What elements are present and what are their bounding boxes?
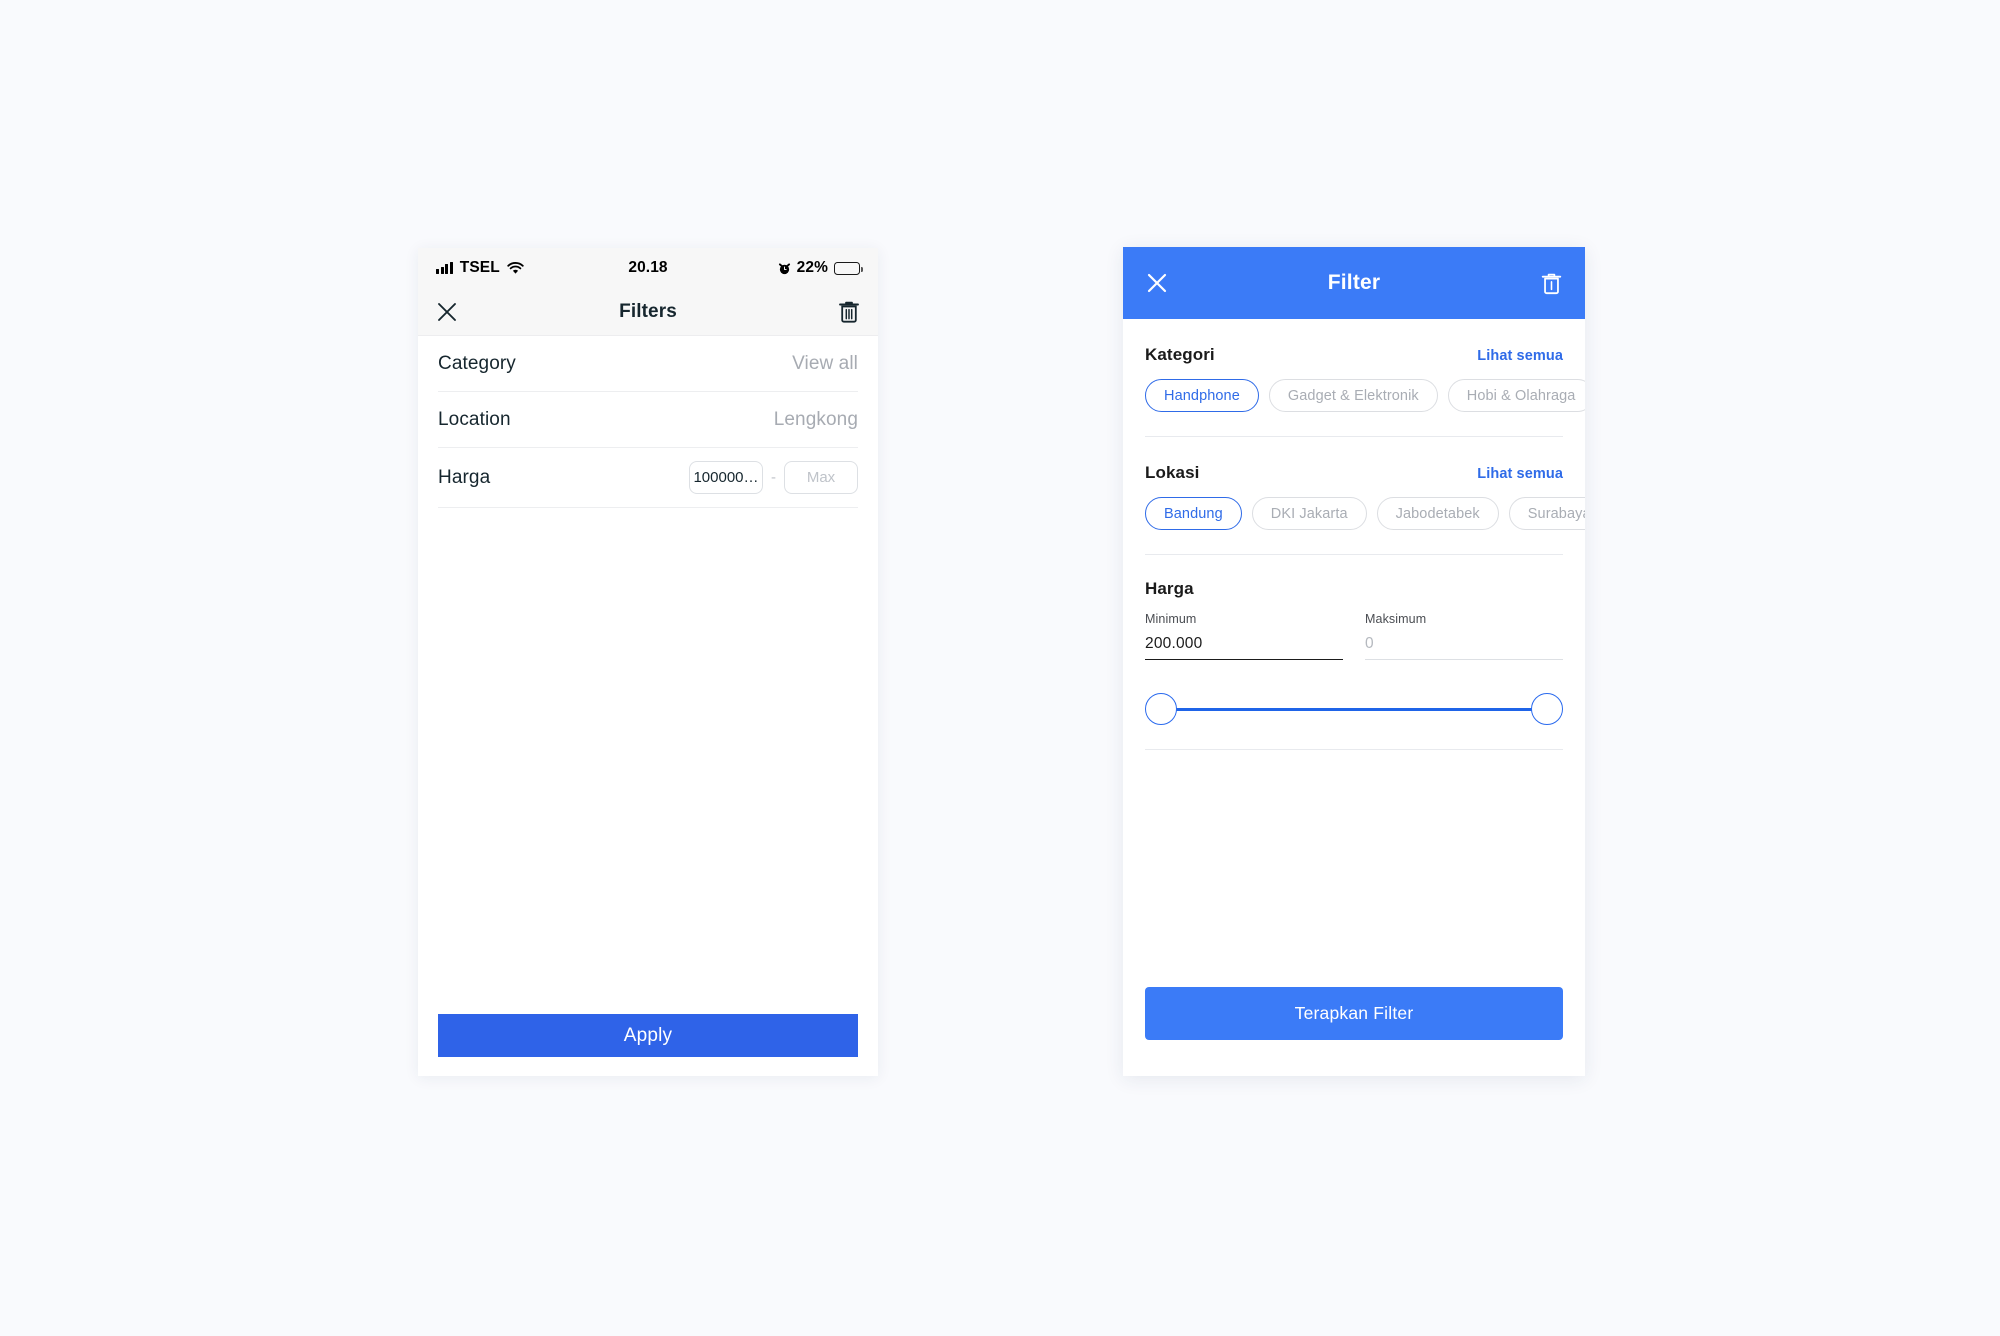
slider-thumb-max[interactable] (1531, 693, 1563, 725)
slider-track (1162, 708, 1546, 712)
md-body: Kategori Lihat semua Handphone Gadget & … (1123, 319, 1585, 1076)
section-header-lokasi: Lokasi Lihat semua (1145, 437, 1563, 483)
row-value[interactable]: Lengkong (774, 409, 858, 431)
trash-icon[interactable] (838, 300, 860, 324)
price-max-input[interactable]: Max (784, 461, 858, 494)
battery-percent-label: 22% (796, 259, 828, 276)
chip-kategori-handphone[interactable]: Handphone (1145, 379, 1259, 412)
filter-rows: Category View all Location Lengkong Harg… (418, 336, 878, 508)
price-range-separator: - (771, 469, 776, 486)
trash-icon[interactable] (1540, 271, 1563, 296)
battery-icon (834, 261, 863, 275)
cellular-signal-icon (436, 262, 453, 274)
see-all-lokasi-link[interactable]: Lihat semua (1477, 466, 1563, 482)
carrier-label: TSEL (459, 259, 500, 276)
maksimum-input[interactable]: 0 (1365, 635, 1563, 660)
lokasi-chip-row[interactable]: Bandung DKI Jakarta Jabodetabek Surabaya (1145, 497, 1585, 530)
section-title-harga: Harga (1145, 579, 1194, 598)
row-label: Location (438, 408, 511, 430)
filter-row-location[interactable]: Location Lengkong (438, 392, 858, 448)
price-min-input[interactable]: 100000… (689, 461, 763, 494)
chip-lokasi-bandung[interactable]: Bandung (1145, 497, 1242, 530)
row-label: Category (438, 352, 516, 374)
maksimum-field-group: Maksimum 0 (1365, 612, 1563, 660)
slider-thumb-min[interactable] (1145, 693, 1177, 725)
alarm-clock-icon (778, 262, 791, 275)
ios-status-bar: TSEL 20.18 22% (418, 248, 878, 288)
minimum-field-group: Minimum 200.000 (1145, 612, 1343, 660)
filter-row-category[interactable]: Category View all (438, 336, 858, 392)
chip-kategori-hobi-olahraga[interactable]: Hobi & Olahraga (1447, 379, 1585, 412)
see-all-kategori-link[interactable]: Lihat semua (1477, 348, 1563, 364)
apply-button[interactable]: Apply (438, 1014, 858, 1057)
chip-lokasi-dki-jakarta[interactable]: DKI Jakarta (1251, 497, 1367, 530)
chip-lokasi-surabaya[interactable]: Surabaya (1508, 497, 1585, 530)
section-title: Kategori (1145, 345, 1215, 364)
row-label: Harga (438, 466, 491, 488)
canvas: TSEL 20.18 22% Filters Category View all… (0, 0, 2000, 1336)
ios-header: Filters (418, 288, 878, 336)
ios-filters-screen: TSEL 20.18 22% Filters Category View all… (418, 248, 878, 1076)
filter-row-harga: Harga 100000… - Max (438, 448, 858, 508)
status-bar-right: 22% (778, 259, 863, 277)
price-range-slider[interactable] (1145, 693, 1563, 727)
terapkan-filter-button[interactable]: Terapkan Filter (1145, 987, 1563, 1040)
section-title: Lokasi (1145, 463, 1200, 482)
wifi-icon (507, 261, 524, 275)
section-header-kategori: Kategori Lihat semua (1145, 319, 1563, 365)
harga-fields: Minimum 200.000 Maksimum 0 (1145, 612, 1563, 660)
close-icon[interactable] (1145, 271, 1169, 295)
close-icon[interactable] (436, 301, 458, 323)
chip-lokasi-jabodetabek[interactable]: Jabodetabek (1376, 497, 1499, 530)
row-value[interactable]: View all (792, 353, 858, 375)
android-filter-screen: Filter Kategori Lihat semua Handphone Ga… (1123, 247, 1585, 1076)
divider (1145, 554, 1563, 555)
minimum-input[interactable]: 200.000 (1145, 635, 1343, 660)
page-title: Filters (619, 300, 677, 322)
price-range-inputs: 100000… - Max (689, 461, 858, 494)
kategori-chip-row[interactable]: Handphone Gadget & Elektronik Hobi & Ola… (1145, 379, 1585, 412)
maksimum-label: Maksimum (1365, 612, 1427, 626)
md-header: Filter (1123, 247, 1585, 319)
status-bar-left: TSEL (436, 259, 524, 277)
minimum-label: Minimum (1145, 612, 1197, 626)
page-title: Filter (1327, 271, 1381, 294)
divider (1145, 749, 1563, 750)
chip-kategori-gadget-elektronik[interactable]: Gadget & Elektronik (1268, 379, 1438, 412)
